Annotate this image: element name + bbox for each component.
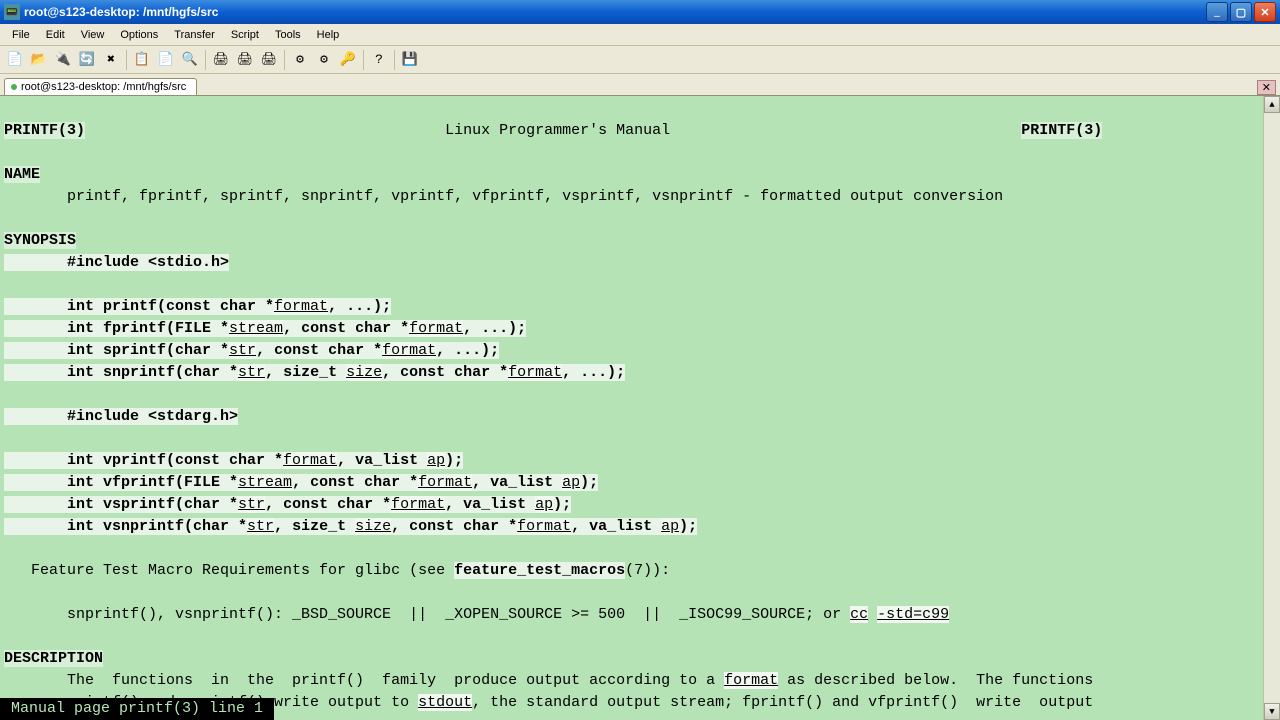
syn-vsnprintf: int vsnprintf(char * <box>4 518 247 535</box>
toolbar-print2-icon[interactable]: 🖨 <box>234 49 256 71</box>
toolbar-reconnect-icon[interactable]: 🔄 <box>76 49 98 71</box>
man-header-right: PRINTF(3) <box>1021 122 1102 139</box>
vertical-scrollbar[interactable]: ▲ ▼ <box>1263 96 1280 720</box>
syn-vsprintf: int vsprintf(char * <box>4 496 238 513</box>
app-icon: 📟 <box>4 4 20 20</box>
arg-format: format <box>274 298 328 315</box>
man-name-line: printf, fprintf, sprintf, snprintf, vpri… <box>4 188 1003 205</box>
toolbar-help-icon[interactable]: ? <box>368 49 390 71</box>
menubar: File Edit View Options Transfer Script T… <box>0 24 1280 46</box>
man-status-line: Manual page printf(3) line 1 <box>0 698 274 720</box>
man-name-header: NAME <box>4 166 40 183</box>
ftm-body: snprintf(), vsnprintf(): _BSD_SOURCE || … <box>4 606 850 623</box>
toolbar-props-icon[interactable]: ⚙ <box>289 49 311 71</box>
session-tab[interactable]: root@s123-desktop: /mnt/hgfs/src <box>4 78 197 95</box>
man-header-center: Linux Programmer's Manual <box>445 122 670 139</box>
arg-stream: stream <box>229 320 283 337</box>
toolbar-open-icon[interactable]: 📂 <box>28 49 50 71</box>
syn-vprintf: int vprintf(const char * <box>4 452 283 469</box>
menu-edit[interactable]: Edit <box>38 27 73 43</box>
toolbar-separator <box>363 50 364 70</box>
desc-line1: The functions in the printf() family pro… <box>4 672 724 689</box>
syn-fprintf: int fprintf(FILE * <box>4 320 229 337</box>
syn-sprintf: int sprintf(char * <box>4 342 229 359</box>
toolbar-find-icon[interactable]: 🔍 <box>179 49 201 71</box>
scroll-up-button[interactable]: ▲ <box>1264 96 1280 113</box>
arg-str: str <box>229 342 256 359</box>
minimize-button[interactable]: _ <box>1206 2 1228 22</box>
arg-stdout: stdout <box>418 694 472 711</box>
toolbar-print-icon[interactable]: 🖨 <box>210 49 232 71</box>
toolbar: 📄 📂 🔌 🔄 ✖ 📋 📄 🔍 🖨 🖨 🖨 ⚙ ⚙ 🔑 ? 💾 <box>0 46 1280 74</box>
toolbar-separator <box>394 50 395 70</box>
tab-close-button[interactable]: ✕ <box>1257 80 1276 95</box>
syn-vfprintf: int vfprintf(FILE * <box>4 474 238 491</box>
syn-snprintf: int snprintf(char * <box>4 364 238 381</box>
toolbar-paste-icon[interactable]: 📄 <box>155 49 177 71</box>
toolbar-save-icon[interactable]: 💾 <box>399 49 421 71</box>
scroll-down-button[interactable]: ▼ <box>1264 703 1280 720</box>
ftm-line: Feature Test Macro Requirements for glib… <box>4 562 454 579</box>
window-title: root@s123-desktop: /mnt/hgfs/src <box>24 5 1206 19</box>
close-button[interactable]: ✕ <box>1254 2 1276 22</box>
man-synopsis-header: SYNOPSIS <box>4 232 76 249</box>
titlebar: 📟 root@s123-desktop: /mnt/hgfs/src _ ▢ ✕ <box>0 0 1280 24</box>
menu-options[interactable]: Options <box>112 27 166 43</box>
terminal-viewport[interactable]: PRINTF(3) Linux Programmer's Manual PRIN… <box>0 96 1263 720</box>
tab-status-icon <box>11 84 17 90</box>
toolbar-separator <box>284 50 285 70</box>
menu-transfer[interactable]: Transfer <box>166 27 223 43</box>
menu-tools[interactable]: Tools <box>267 27 309 43</box>
toolbar-separator <box>126 50 127 70</box>
toolbar-cancel-icon[interactable]: ✖ <box>100 49 122 71</box>
toolbar-copy-icon[interactable]: 📋 <box>131 49 153 71</box>
arg-ap: ap <box>427 452 445 469</box>
toolbar-settings-icon[interactable]: ⚙ <box>313 49 335 71</box>
menu-view[interactable]: View <box>73 27 113 43</box>
menu-help[interactable]: Help <box>309 27 348 43</box>
toolbar-print3-icon[interactable]: 🖨 <box>258 49 280 71</box>
toolbar-new-icon[interactable]: 📄 <box>4 49 26 71</box>
scroll-track[interactable] <box>1264 113 1280 703</box>
toolbar-separator <box>205 50 206 70</box>
maximize-button[interactable]: ▢ <box>1230 2 1252 22</box>
man-header-left: PRINTF(3) <box>4 122 85 139</box>
tabbar: root@s123-desktop: /mnt/hgfs/src ✕ <box>0 74 1280 96</box>
tab-label: root@s123-desktop: /mnt/hgfs/src <box>21 81 186 93</box>
man-description-header: DESCRIPTION <box>4 650 103 667</box>
man-include-stdarg: #include <stdarg.h> <box>4 408 238 425</box>
toolbar-key-icon[interactable]: 🔑 <box>337 49 359 71</box>
menu-script[interactable]: Script <box>223 27 267 43</box>
syn-printf: int printf(const char * <box>4 298 274 315</box>
toolbar-disconnect-icon[interactable]: 🔌 <box>52 49 74 71</box>
menu-file[interactable]: File <box>4 27 38 43</box>
arg-size: size <box>346 364 382 381</box>
man-include-stdio: #include <stdio.h> <box>4 254 229 271</box>
